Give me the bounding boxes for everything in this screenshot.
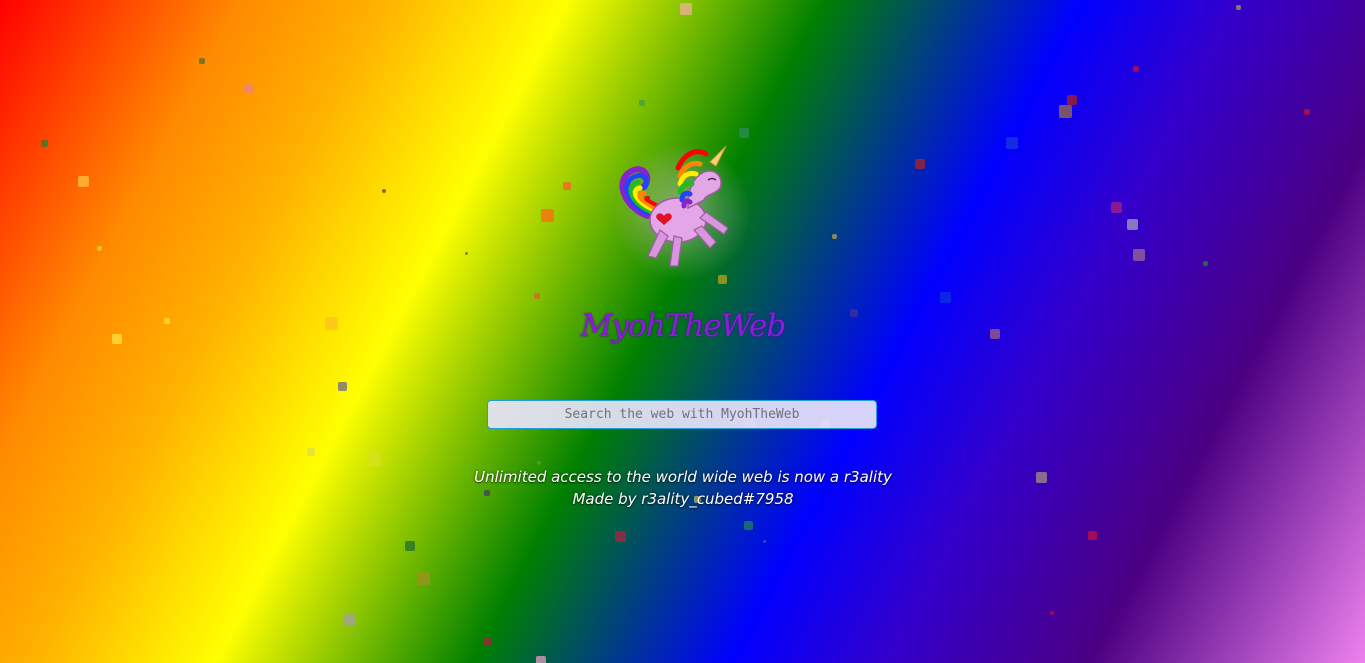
- particle: [762, 539, 766, 543]
- particle: [1304, 109, 1310, 115]
- particle: [243, 83, 253, 93]
- particle: [344, 614, 356, 626]
- particle: [850, 309, 858, 317]
- particle: [939, 291, 951, 303]
- particle: [1006, 137, 1018, 149]
- particle: [199, 58, 205, 64]
- particle: [1126, 218, 1138, 230]
- footer-text: Unlimited access to the world wide web i…: [383, 466, 983, 510]
- unicorn-icon: [619, 145, 729, 267]
- particle: [680, 3, 692, 15]
- search-input[interactable]: [487, 400, 877, 429]
- particle: [1202, 260, 1208, 266]
- particle: [743, 520, 753, 530]
- particle: [534, 293, 540, 299]
- particle: [416, 571, 430, 585]
- particle: [1133, 66, 1139, 72]
- particle: [464, 251, 468, 255]
- particle: [337, 381, 347, 391]
- credit-line: Made by r3ality_cubed#7958: [572, 490, 794, 508]
- particle: [164, 318, 170, 324]
- particle: [382, 189, 386, 193]
- particle: [537, 461, 541, 465]
- particle: [483, 638, 491, 646]
- particle: [1050, 611, 1054, 615]
- particle: [536, 656, 546, 663]
- particle: [563, 182, 571, 190]
- particle: [614, 530, 626, 542]
- particle: [307, 448, 315, 456]
- rainbow-tail: [619, 166, 660, 219]
- particle: [540, 208, 554, 222]
- particle: [77, 175, 89, 187]
- particle: [1087, 530, 1097, 540]
- unicorn-logo: [604, 138, 760, 288]
- particle: [739, 128, 749, 138]
- particle: [831, 233, 837, 239]
- particle: [1110, 201, 1122, 213]
- particle: [324, 316, 338, 330]
- particle: [40, 139, 48, 147]
- site-title: MyohTheWeb: [580, 308, 786, 344]
- particle: [1235, 4, 1241, 10]
- particle: [915, 159, 925, 169]
- particle: [1035, 471, 1047, 483]
- tagline: Unlimited access to the world wide web i…: [474, 468, 892, 486]
- particle: [367, 452, 381, 466]
- particle: [990, 329, 1000, 339]
- particle: [96, 245, 102, 251]
- particle: [112, 334, 122, 344]
- particle: [1067, 95, 1077, 105]
- particle: [1133, 249, 1145, 261]
- particle: [405, 541, 415, 551]
- particle: [1058, 104, 1072, 118]
- particle: [639, 100, 645, 106]
